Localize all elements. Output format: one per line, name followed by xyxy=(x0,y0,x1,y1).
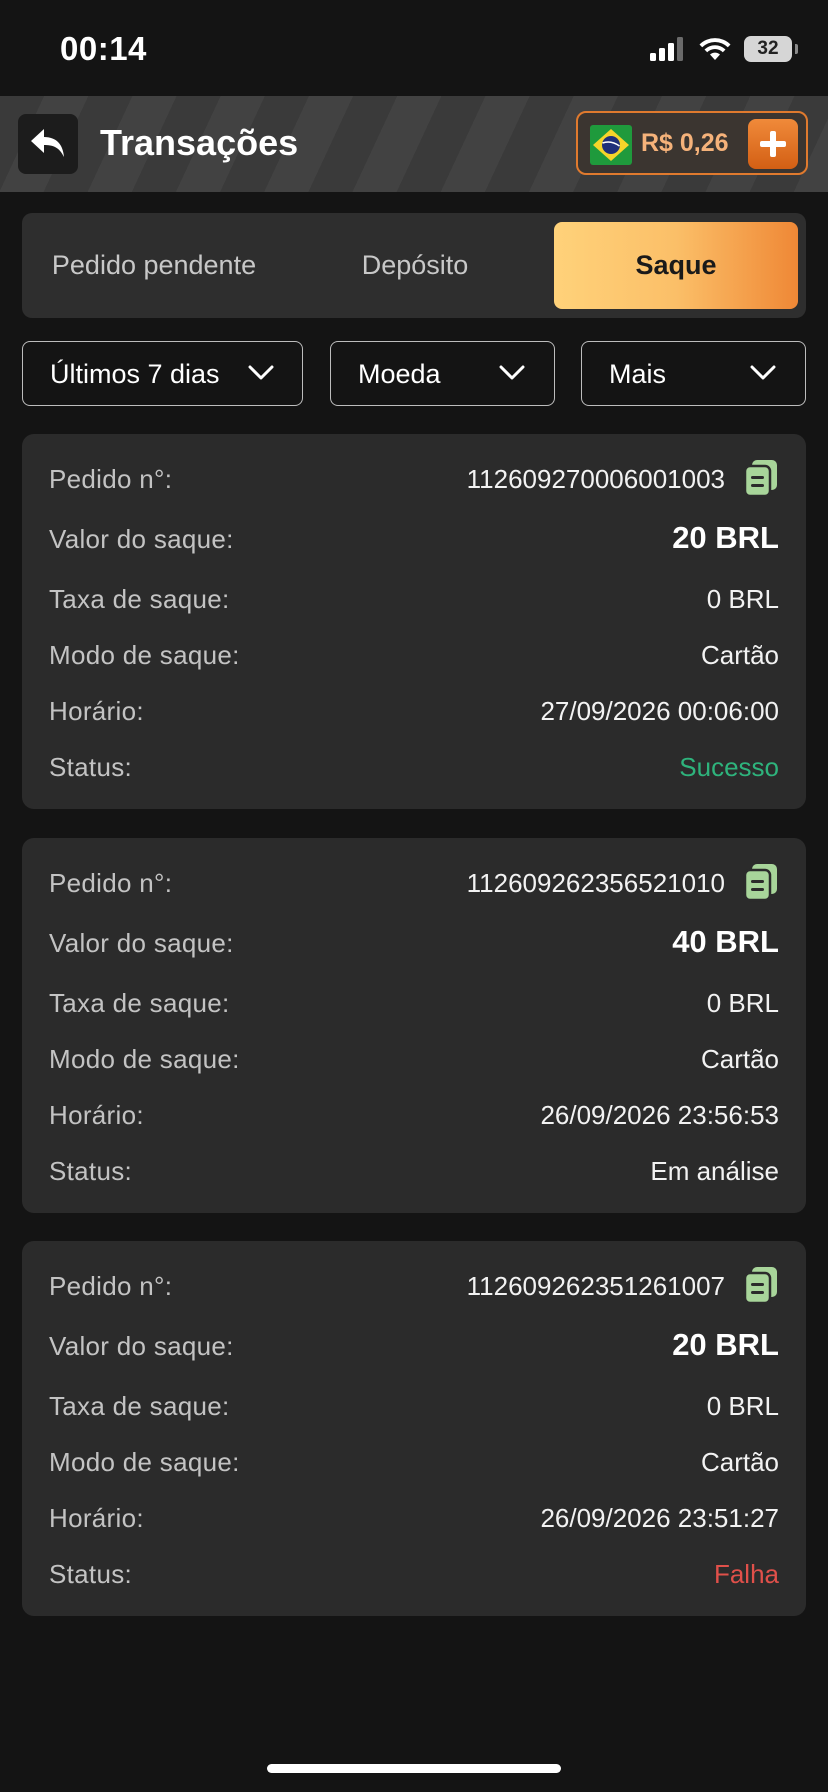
transaction-tabs: Pedido pendente Depósito Saque xyxy=(22,213,806,318)
tab-withdraw[interactable]: Saque xyxy=(554,222,798,309)
order-number: 112609262356521010 xyxy=(466,868,725,898)
balance-box[interactable]: R$ 0,26 xyxy=(576,111,808,175)
mode-row: Modo de saque: Cartão xyxy=(49,1441,779,1481)
withdraw-amount: 20 BRL xyxy=(672,520,779,555)
more-filter[interactable]: Mais xyxy=(581,341,806,406)
copy-icon[interactable] xyxy=(743,862,779,902)
fee-row: Taxa de saque: 0 BRL xyxy=(49,578,779,618)
page-title: Transações xyxy=(100,122,299,163)
more-label: Mais xyxy=(609,359,667,389)
deposit-add-button[interactable] xyxy=(748,119,798,169)
transaction-time: 26/09/2026 23:51:27 xyxy=(540,1503,779,1533)
amount-row: Valor do saque: 20 BRL xyxy=(49,518,779,558)
home-indicator[interactable] xyxy=(267,1764,561,1773)
wifi-icon xyxy=(699,38,731,60)
time-row: Horário: 27/09/2026 00:06:00 xyxy=(49,690,779,730)
time-row: Horário: 26/09/2026 23:51:27 xyxy=(49,1497,779,1537)
transaction-card: Pedido n°: 112609270006001003 Valor do s… xyxy=(22,434,806,809)
fee-label: Taxa de saque: xyxy=(49,1391,230,1421)
time-label: Horário: xyxy=(49,696,144,726)
withdraw-fee: 0 BRL xyxy=(706,1391,779,1421)
transaction-time: 27/09/2026 00:06:00 xyxy=(540,696,779,726)
order-label: Pedido n°: xyxy=(49,868,173,898)
time-label: Horário: xyxy=(49,1100,144,1130)
fee-row: Taxa de saque: 0 BRL xyxy=(49,1385,779,1425)
status-label: Status: xyxy=(49,1156,133,1186)
status-badge: Falha xyxy=(713,1559,779,1589)
mode-label: Modo de saque: xyxy=(49,1447,240,1477)
amount-row: Valor do saque: 40 BRL xyxy=(49,922,779,962)
brazil-flag-icon xyxy=(590,125,632,165)
status-label: Status: xyxy=(49,1559,133,1589)
chevron-down-icon xyxy=(499,365,525,380)
withdraw-mode: Cartão xyxy=(700,1044,779,1074)
order-row: Pedido n°: 112609270006001003 xyxy=(49,458,779,498)
transaction-card: Pedido n°: 112609262356521010 Valor do s… xyxy=(22,838,806,1213)
chevron-down-icon xyxy=(750,365,776,380)
fee-label: Taxa de saque: xyxy=(49,988,230,1018)
battery-icon: 32 xyxy=(744,36,798,62)
order-label: Pedido n°: xyxy=(49,464,173,494)
status-row: Status: Sucesso xyxy=(49,746,779,786)
tab-pending-order[interactable]: Pedido pendente xyxy=(22,222,286,309)
order-number: 112609270006001003 xyxy=(466,464,725,494)
copy-icon[interactable] xyxy=(743,458,779,498)
copy-icon[interactable] xyxy=(743,1265,779,1305)
date-range-filter[interactable]: Últimos 7 dias xyxy=(22,341,303,406)
mode-row: Modo de saque: Cartão xyxy=(49,1038,779,1078)
transaction-time: 26/09/2026 23:56:53 xyxy=(540,1100,779,1130)
status-badge: Em análise xyxy=(650,1156,779,1186)
transaction-card: Pedido n°: 112609262351261007 Valor do s… xyxy=(22,1241,806,1616)
withdraw-fee: 0 BRL xyxy=(706,584,779,614)
withdraw-amount: 20 BRL xyxy=(672,1327,779,1362)
tab-deposit[interactable]: Depósito xyxy=(286,222,544,309)
status-row: Status: Em análise xyxy=(49,1150,779,1190)
amount-label: Valor do saque: xyxy=(49,524,234,554)
withdraw-mode: Cartão xyxy=(700,1447,779,1477)
status-bar: 00:14 32 xyxy=(0,0,828,96)
fee-label: Taxa de saque: xyxy=(49,584,230,614)
header: Transações R$ 0,26 xyxy=(0,96,828,192)
back-button[interactable] xyxy=(18,114,78,174)
chevron-down-icon xyxy=(248,365,274,380)
time-label: Horário: xyxy=(49,1503,144,1533)
back-arrow-icon xyxy=(31,129,64,157)
order-number: 112609262351261007 xyxy=(466,1271,725,1301)
order-row: Pedido n°: 112609262351261007 xyxy=(49,1265,779,1305)
battery-level: 32 xyxy=(757,38,779,59)
mode-label: Modo de saque: xyxy=(49,640,240,670)
withdraw-mode: Cartão xyxy=(700,640,779,670)
amount-label: Valor do saque: xyxy=(49,1331,234,1361)
withdraw-amount: 40 BRL xyxy=(672,924,779,959)
status-icons: 32 xyxy=(650,34,798,64)
status-time: 00:14 xyxy=(60,30,147,67)
date-range-label: Últimos 7 dias xyxy=(50,359,220,389)
plus-icon xyxy=(760,131,786,157)
status-badge: Sucesso xyxy=(679,752,779,782)
time-row: Horário: 26/09/2026 23:56:53 xyxy=(49,1094,779,1134)
amount-row: Valor do saque: 20 BRL xyxy=(49,1325,779,1365)
order-label: Pedido n°: xyxy=(49,1271,173,1301)
mode-row: Modo de saque: Cartão xyxy=(49,634,779,674)
order-row: Pedido n°: 112609262356521010 xyxy=(49,862,779,902)
withdraw-fee: 0 BRL xyxy=(706,988,779,1018)
balance-amount: R$ 0,26 xyxy=(641,129,729,157)
amount-label: Valor do saque: xyxy=(49,928,234,958)
currency-label: Moeda xyxy=(358,359,441,389)
signal-icon xyxy=(650,37,683,61)
status-row: Status: Falha xyxy=(49,1553,779,1593)
currency-filter[interactable]: Moeda xyxy=(330,341,555,406)
fee-row: Taxa de saque: 0 BRL xyxy=(49,982,779,1022)
status-label: Status: xyxy=(49,752,133,782)
mode-label: Modo de saque: xyxy=(49,1044,240,1074)
